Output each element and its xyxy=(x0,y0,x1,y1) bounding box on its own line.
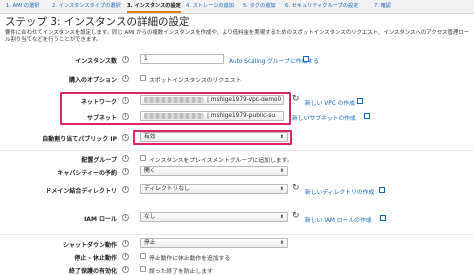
shutdown-behavior-label: シャットダウン動作 xyxy=(62,242,117,249)
external-link-icon[interactable] xyxy=(364,113,370,119)
capacity-reservation-label: キャパシティーの予約 xyxy=(57,170,117,177)
chevron-down-icon: ⬍ xyxy=(279,186,284,192)
auto-public-ip-label: 自動割り当てパブリック IP xyxy=(42,136,117,143)
wizard-tabs: 1. AMI の選択 2. インスタンスタイプの選択 3. インスタンスの設定 … xyxy=(0,0,474,14)
info-icon[interactable]: i xyxy=(122,266,129,273)
external-link-icon[interactable] xyxy=(303,56,309,62)
chevron-down-icon: ⬍ xyxy=(279,240,284,246)
info-icon[interactable]: i xyxy=(122,253,129,260)
shutdown-behavior-select[interactable]: 停止 ⬍ xyxy=(140,238,288,248)
stop-hibernate-label: 停止 - 休止動作 xyxy=(74,255,117,262)
chevron-down-icon: ⬍ xyxy=(279,168,284,174)
tab-configure-instance[interactable]: 3. インスタンスの設定 xyxy=(127,0,181,13)
iam-role-label: IAM ロール xyxy=(84,216,117,223)
create-subnet-link[interactable]: 新しいサブネットの作成 xyxy=(292,113,356,122)
tab-security-group[interactable]: 6. セキュリティグループの設定 xyxy=(285,0,358,13)
termination-protection-checkbox-label: 誤った終了を防止します xyxy=(149,269,213,275)
info-icon[interactable]: i xyxy=(122,168,129,175)
info-icon[interactable]: i xyxy=(122,240,129,247)
tab-review[interactable]: 7. 確認 xyxy=(374,0,391,13)
refresh-icon[interactable]: ↻ xyxy=(292,184,300,193)
instance-count-label: インスタンス数 xyxy=(75,58,117,65)
spot-request-checkbox[interactable] xyxy=(140,75,146,81)
tab-tags[interactable]: 5. タグの追加 xyxy=(243,0,276,13)
public-ip-highlight xyxy=(133,130,292,145)
info-icon[interactable]: i xyxy=(122,75,129,82)
create-iam-role-link[interactable]: 新しい IAM ロールの作成 xyxy=(305,215,372,224)
refresh-icon[interactable]: ↻ xyxy=(292,95,300,104)
termination-protection-label: 終了保護の有効化 xyxy=(68,268,117,275)
capacity-reservation-select[interactable]: 開く ⬍ xyxy=(140,166,288,176)
stop-hibernate-checkbox-label: 停止動作に休止動作を追加する xyxy=(149,256,231,262)
create-vpc-link[interactable]: 新しい VPC の作成 xyxy=(305,98,355,107)
purchase-option-label: 購入のオプション xyxy=(68,77,117,84)
chevron-down-icon: ⬍ xyxy=(279,214,284,220)
info-icon[interactable]: i xyxy=(122,134,129,141)
info-icon[interactable]: i xyxy=(122,155,129,162)
termination-protection-checkbox[interactable] xyxy=(140,266,146,272)
external-link-icon[interactable] xyxy=(357,98,363,104)
domain-directory-select[interactable]: ディレクトリなし ⬍ xyxy=(140,184,288,194)
refresh-icon[interactable]: ↻ xyxy=(292,212,300,221)
placement-group-label: 配置グループ xyxy=(81,157,117,164)
placement-group-checkbox[interactable] xyxy=(140,155,146,161)
spot-request-label: スポットインスタンスのリクエスト xyxy=(149,78,242,84)
divider xyxy=(0,234,474,235)
external-link-icon[interactable] xyxy=(379,187,385,193)
tab-instance-type[interactable]: 2. インスタンスタイプの選択 xyxy=(52,0,121,13)
info-icon[interactable]: i xyxy=(122,186,129,193)
info-icon[interactable]: i xyxy=(122,214,129,221)
domain-directory-label: ドメイン結合ディレクトリ xyxy=(45,188,117,195)
tab-ami[interactable]: 1. AMI の選択 xyxy=(6,0,39,13)
info-icon[interactable]: i xyxy=(122,56,129,63)
divider xyxy=(0,150,474,151)
stop-hibernate-checkbox[interactable] xyxy=(140,253,146,259)
instance-count-input[interactable]: 1 xyxy=(140,54,224,64)
page-description: 要件に合わせてインスタンスを設定します。同じ AMI からの複数インスタンスを作… xyxy=(5,30,470,44)
tab-storage[interactable]: 4. ストレージの追加 xyxy=(186,0,234,13)
network-subnet-highlight xyxy=(60,92,291,125)
placement-group-checkbox-label: インスタンスをプレイスメントグループに追加します。 xyxy=(149,158,293,164)
external-link-icon[interactable] xyxy=(380,215,386,221)
create-directory-link[interactable]: 新しいディレクトリの作成 xyxy=(305,187,374,196)
page-title: ステップ 3: インスタンスの詳細の設定 xyxy=(5,16,190,28)
iam-role-select[interactable]: なし ⬍ xyxy=(140,212,288,222)
